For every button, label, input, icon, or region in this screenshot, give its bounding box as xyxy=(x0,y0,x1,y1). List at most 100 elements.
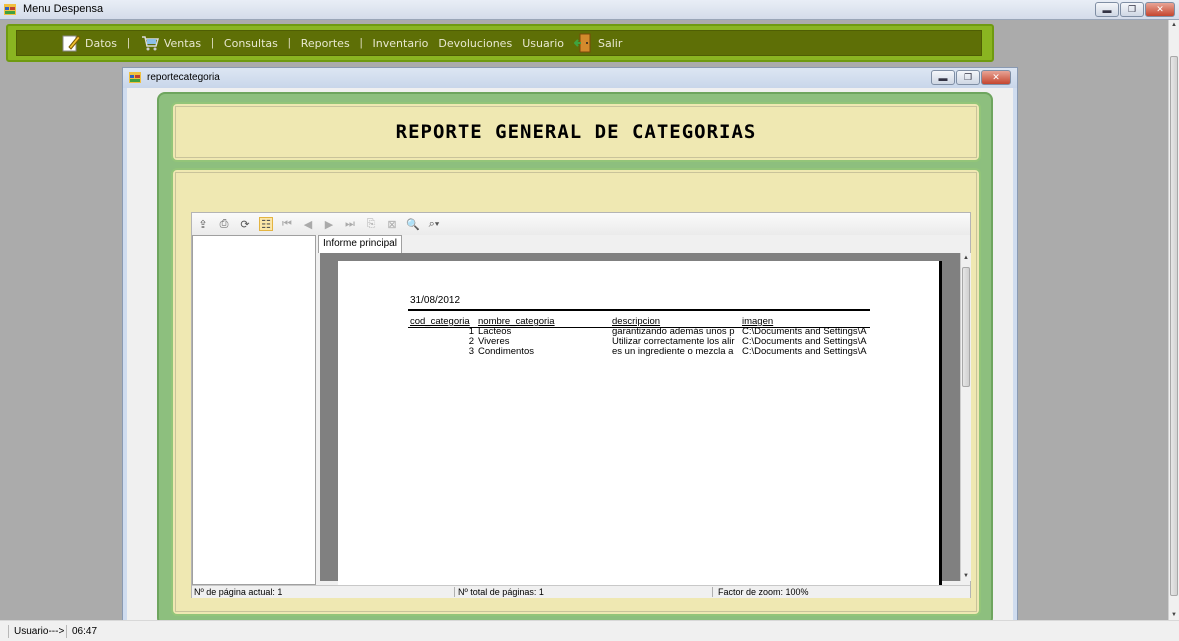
current-page-status: Nº de página actual: 1 xyxy=(194,587,283,597)
status-user-label: Usuario---> xyxy=(14,626,65,637)
child-restore-button[interactable]: ❐ xyxy=(956,70,980,85)
cell-descripcion: Utilizar correctamente los alir xyxy=(612,337,735,347)
status-time: 06:47 xyxy=(72,626,98,637)
main-statusbar: Usuario---> 06:47 xyxy=(0,620,1179,641)
group-tree-panel[interactable] xyxy=(192,235,316,585)
viewer-tabstrip: Informe principal xyxy=(318,235,970,253)
status-divider xyxy=(712,587,713,597)
group-tree-toggle-icon[interactable]: ☷ xyxy=(259,217,273,231)
child-app-icon xyxy=(129,72,141,83)
close-button[interactable]: ✕ xyxy=(1145,2,1175,17)
cell-imagen: C:\Documents and Settings\A xyxy=(742,337,867,347)
cell-cod: 1 xyxy=(468,326,474,337)
exit-door-icon xyxy=(574,33,591,53)
col-header-cod-categoria: cod_categoria xyxy=(410,316,470,327)
green-panel: REPORTE GENERAL DE CATEGORIAS ⇪ ⎙ ⟳ ☷ ⏮ … xyxy=(157,92,993,626)
pencil-note-icon xyxy=(62,35,81,52)
child-close-button[interactable]: ✕ xyxy=(981,70,1011,85)
cell-descripcion: garantizando además unos p xyxy=(612,327,735,337)
restore-button[interactable]: ❐ xyxy=(1120,2,1144,17)
cell-imagen: C:\Documents and Settings\A xyxy=(742,347,867,357)
col-header-imagen: imagen xyxy=(742,317,774,327)
status-divider xyxy=(66,625,67,638)
first-page-icon[interactable]: ⏮ xyxy=(280,217,294,231)
report-table: cod_categoria nombre_categoria descripci… xyxy=(410,317,870,357)
cell-cod: 3 xyxy=(468,346,474,357)
minimize-button[interactable]: ▬ xyxy=(1095,2,1119,17)
report-vertical-scrollbar[interactable]: ▲ ▼ xyxy=(960,253,971,581)
cell-nombre: Condimentos xyxy=(478,346,534,357)
col-header-descripcion: descripcion xyxy=(612,317,661,327)
viewer-toolbar: ⇪ ⎙ ⟳ ☷ ⏮ ◀ ▶ ⏭ ⎘ ⊠ 🔍 ⌕▾ xyxy=(192,213,970,235)
menu-inventario-label: Inventario xyxy=(372,36,429,50)
status-divider xyxy=(454,587,455,597)
app-icon xyxy=(4,4,16,15)
child-window-body: REPORTE GENERAL DE CATEGORIAS ⇪ ⎙ ⟳ ☷ ⏮ … xyxy=(127,88,1013,626)
main-vertical-scrollbar[interactable]: ▲ ▼ xyxy=(1168,20,1179,620)
menu-usuario-label: Usuario xyxy=(522,36,564,50)
last-page-icon[interactable]: ⏭ xyxy=(343,217,357,231)
refresh-icon[interactable]: ⟳ xyxy=(238,217,252,231)
next-page-icon[interactable]: ▶ xyxy=(322,217,336,231)
menu-consultas-label: Consultas xyxy=(223,36,278,50)
menu-usuario[interactable]: Usuario xyxy=(522,37,564,50)
menu-salir-label: Salir xyxy=(598,36,623,50)
menu-separator: | xyxy=(287,37,291,49)
report-date: 31/08/2012 xyxy=(410,295,461,306)
menu-consultas[interactable]: Consultas xyxy=(224,37,278,50)
zoom-factor-status: Factor de zoom: 100% xyxy=(718,587,809,597)
export-icon[interactable]: ⇪ xyxy=(196,217,210,231)
report-scroll-up-icon[interactable]: ▲ xyxy=(963,255,969,261)
print-icon[interactable]: ⎙ xyxy=(217,217,231,231)
report-scroll-thumb[interactable] xyxy=(962,267,970,387)
child-window-controls: ▬ ❐ ✕ xyxy=(931,70,1011,85)
main-window-titlebar: Menu Despensa ▬ ❐ ✕ xyxy=(0,0,1179,20)
cell-cod: 2 xyxy=(468,336,474,347)
menu-devoluciones[interactable]: Devoluciones xyxy=(438,37,512,50)
report-header-rule xyxy=(408,309,870,311)
report-heading: REPORTE GENERAL DE CATEGORIAS xyxy=(395,121,757,143)
tab-informe-principal[interactable]: Informe principal xyxy=(318,235,402,253)
menu-bar: Datos | Ventas | Consultas | Reportes | … xyxy=(16,30,982,56)
menu-ventas[interactable]: Ventas xyxy=(140,33,201,53)
crystal-report-viewer: ⇪ ⎙ ⟳ ☷ ⏮ ◀ ▶ ⏭ ⎘ ⊠ 🔍 ⌕▾ Informe princip… xyxy=(191,212,971,598)
menu-datos[interactable]: Datos xyxy=(61,33,117,53)
menu-reportes[interactable]: Reportes xyxy=(301,37,350,50)
child-window-titlebar: reportecategoria ▬ ❐ ✕ xyxy=(123,68,1017,88)
total-pages-status: Nº total de páginas: 1 xyxy=(458,587,544,597)
menu-separator: | xyxy=(359,37,363,49)
report-title-box: REPORTE GENERAL DE CATEGORIAS xyxy=(171,102,981,162)
scroll-down-icon[interactable]: ▼ xyxy=(1171,612,1177,618)
menu-inventario[interactable]: Inventario xyxy=(373,37,429,50)
child-window-title: reportecategoria xyxy=(147,72,220,83)
main-menu-strip: Datos | Ventas | Consultas | Reportes | … xyxy=(6,24,994,62)
zoom-dropdown-icon[interactable]: ⌕▾ xyxy=(427,217,441,231)
menu-separator: | xyxy=(211,37,214,49)
window-controls: ▬ ❐ ✕ xyxy=(1095,2,1175,17)
cell-descripcion: es un ingrediente o mezcla a xyxy=(612,347,734,357)
menu-reportes-label: Reportes xyxy=(300,36,350,50)
menu-devoluciones-label: Devoluciones xyxy=(438,36,513,50)
window-title: Menu Despensa xyxy=(23,3,104,15)
find-icon[interactable]: 🔍 xyxy=(406,217,420,231)
report-scroll-down-icon[interactable]: ▼ xyxy=(963,573,969,579)
menu-salir[interactable]: Salir xyxy=(574,33,622,53)
scroll-thumb[interactable] xyxy=(1170,56,1178,596)
child-minimize-button[interactable]: ▬ xyxy=(931,70,955,85)
close-view-icon[interactable]: ⊠ xyxy=(385,217,399,231)
viewer-statusbar: Nº de página actual: 1 Nº total de págin… xyxy=(192,585,970,598)
shopping-cart-icon xyxy=(141,36,159,51)
report-document-area: 31/08/2012 cod_categoria nombre_categori… xyxy=(320,253,960,587)
report-column-rule xyxy=(408,327,870,328)
cell-imagen: C:\Documents and Settings\A xyxy=(742,327,867,337)
status-divider xyxy=(8,625,9,638)
previous-page-icon[interactable]: ◀ xyxy=(301,217,315,231)
menu-datos-label: Datos xyxy=(85,36,117,50)
scroll-up-icon[interactable]: ▲ xyxy=(1171,22,1177,28)
table-row: 3 Condimentos es un ingrediente o mezcla… xyxy=(410,347,870,357)
report-content-box: ⇪ ⎙ ⟳ ☷ ⏮ ◀ ▶ ⏭ ⎘ ⊠ 🔍 ⌕▾ Informe princip… xyxy=(171,168,981,616)
goto-page-icon[interactable]: ⎘ xyxy=(364,217,378,231)
report-child-window: reportecategoria ▬ ❐ ✕ REPORTE GENERAL D… xyxy=(122,67,1018,626)
menu-separator: | xyxy=(127,37,130,49)
report-page: 31/08/2012 cod_categoria nombre_categori… xyxy=(338,261,942,587)
